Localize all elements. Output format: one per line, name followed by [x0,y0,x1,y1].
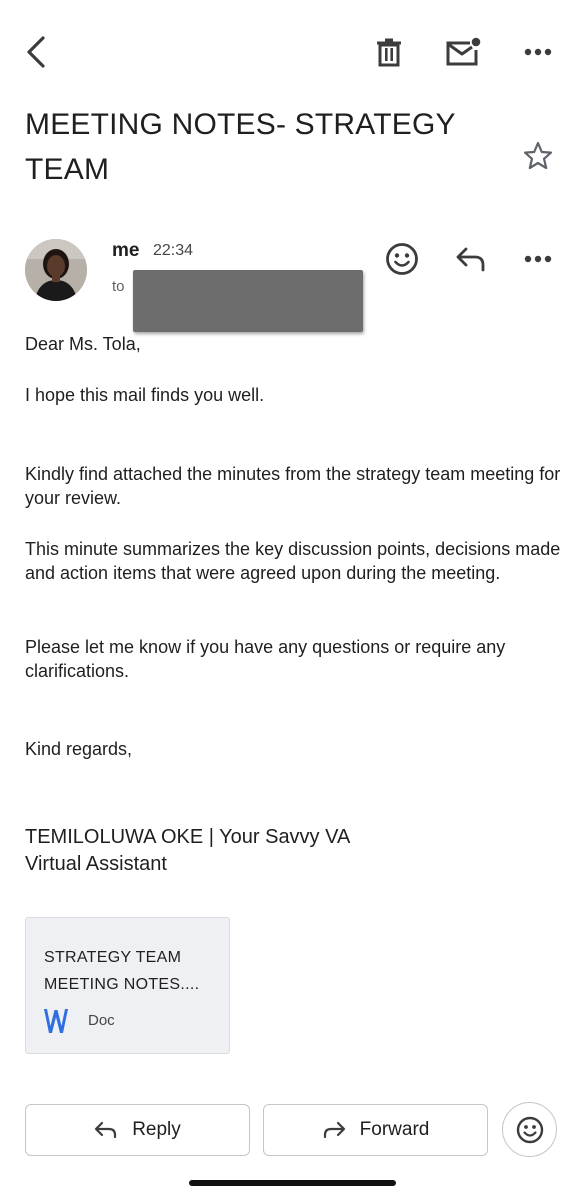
reply-button[interactable]: Reply [25,1104,250,1156]
reply-icon [456,247,485,272]
redacted-recipient [133,270,363,332]
email-paragraph: I hope this mail finds you well. [25,385,265,405]
delete-button[interactable] [366,30,412,74]
forward-label: Forward [359,1119,430,1140]
avatar-photo [25,239,87,301]
reply-icon [95,1121,117,1139]
more-options-button[interactable] [516,30,560,74]
back-button[interactable] [14,30,58,74]
reply-icon-button[interactable] [448,236,494,282]
attachment-card[interactable]: STRATEGY TEAM MEETING NOTES.... Doc [25,917,230,1054]
email-subject: MEETING NOTES- STRATEGY TEAM [25,108,456,186]
recipient-label[interactable]: to [112,278,125,295]
attachment-type: Doc [88,1012,115,1029]
more-horiz-icon [524,48,552,56]
smiley-icon [516,1116,543,1143]
signature-name: TEMILOLUWA OKE | Your Savvy VA [25,826,351,848]
sent-time: 22:34 [153,242,194,259]
mail-unread-icon [446,37,481,66]
email-paragraph: Kindly find attached the minutes from th… [25,464,561,508]
email-paragraph: Please let me know if you have any quest… [25,637,506,681]
sender-avatar[interactable] [25,239,87,301]
email-paragraph: This minute summarizes the key discussio… [25,539,561,583]
arrow-back-icon [27,36,45,68]
smiley-icon [386,243,418,275]
add-reaction-button[interactable] [378,236,426,282]
star-outline-icon [523,141,553,170]
mark-unread-button[interactable] [440,30,486,74]
message-more-button[interactable] [516,236,560,282]
email-greeting: Dear Ms. Tola, [25,334,141,354]
signature-title: Virtual Assistant [25,853,167,875]
emoji-reaction-button[interactable] [502,1102,557,1157]
star-button[interactable] [516,134,560,178]
word-doc-icon [44,1009,68,1033]
sender-name[interactable]: me [112,240,139,262]
home-indicator[interactable] [189,1180,396,1186]
attachment-title: STRATEGY TEAM MEETING NOTES.... [44,949,200,993]
reply-label: Reply [132,1119,181,1140]
email-closing: Kind regards, [25,739,133,759]
more-horiz-icon [524,255,552,263]
forward-icon [323,1121,345,1139]
forward-button[interactable]: Forward [263,1104,488,1156]
trash-icon [377,38,401,67]
